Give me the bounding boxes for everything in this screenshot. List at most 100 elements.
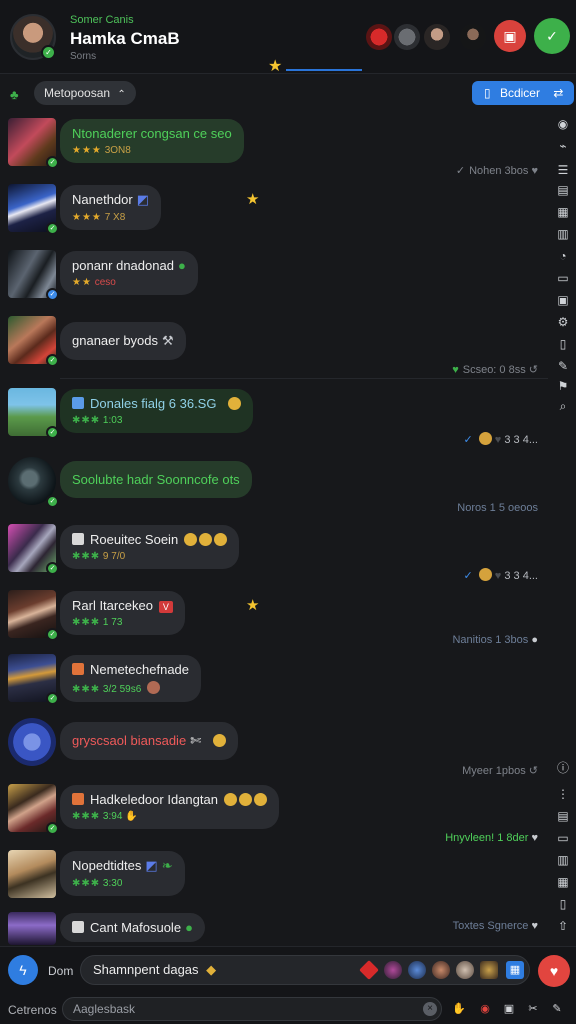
message-item[interactable]: ✓ Roeuitec Soein ✱✱✱ 9 7/0 ✓ ♥ 3 3 4... (0, 524, 548, 586)
message-item[interactable]: ✓ gnanaer byods ⚒ ♥ Scseo: 0 8ss ↺ (0, 316, 548, 382)
chat-title[interactable]: Hamka CmaB (70, 29, 180, 49)
message-item[interactable]: ✓ Soolubte hadr Soonncofe ots Noros 1 5 … (0, 456, 548, 522)
message-thumbnail[interactable]: ✓ (8, 524, 59, 575)
group-avatar[interactable]: ✓ (10, 14, 56, 60)
more-vertical-icon[interactable]: ⋮ (555, 786, 571, 802)
quick-avatar[interactable] (384, 961, 402, 979)
filter-dropdown[interactable]: Metopoosan ⌃ (34, 81, 136, 105)
folder-icon[interactable]: ▭ (555, 830, 571, 846)
message-bubble[interactable]: ponanr dnadonad ● ★★ ceso (60, 251, 198, 295)
record-icon[interactable]: ◉ (478, 1002, 492, 1016)
window-icon[interactable]: ▭ (555, 270, 571, 286)
message-bubble[interactable]: Roeuitec Soein ✱✱✱ 9 7/0 (60, 525, 240, 569)
message-item[interactable]: ✓ Rarl Itarcekeo V ✱✱✱ 1 73 ★ Nanitios 1 … (0, 590, 548, 654)
message-list[interactable]: ✓ Ntonaderer congsan ce seo ★★★ 3ON8 ✓ No… (0, 110, 548, 945)
message-item[interactable]: Cant Mafosuole ● Toxtes Sgnerce ♥ (0, 912, 548, 945)
message-thumbnail[interactable]: ✓ (8, 184, 59, 235)
clear-search-icon[interactable]: × (423, 1002, 437, 1016)
message-thumbnail[interactable]: ✓ (8, 118, 59, 169)
edit-icon[interactable]: ✎ (555, 358, 571, 374)
verified-icon: ✓ (46, 426, 59, 439)
message-thumbnail[interactable] (8, 912, 56, 945)
settings-icon[interactable]: ⚙ (555, 314, 571, 330)
message-item[interactable]: ✓ Donales fialg 6 36.SG ✱✱✱ 1:03 ✓ ♥ 3 3… (0, 386, 548, 456)
link-icon[interactable]: ⌁ (555, 138, 571, 154)
participant-avatar-man[interactable] (424, 24, 450, 50)
list-icon[interactable]: ☰ (555, 162, 571, 178)
message-thumbnail[interactable] (8, 718, 56, 766)
message-thumbnail[interactable]: ✓ (8, 316, 59, 367)
hand-icon[interactable]: ✋ (452, 1002, 466, 1016)
message-bubble[interactable]: Rarl Itarcekeo V ✱✱✱ 1 73 (60, 591, 185, 635)
box-icon[interactable]: ▣ (502, 1002, 516, 1016)
attach-button[interactable]: ϟ (8, 955, 38, 985)
message-item[interactable]: Nopedtidtes ◩ ❧ ✱✱✱ 3:30 (0, 850, 548, 912)
message-item[interactable]: ✓ Hadkeledoor Idangtan ✱✱✱ 3:94 ✋ Hnyvle… (0, 784, 548, 850)
message-value: 1:03 (102, 415, 123, 426)
message-thumbnail[interactable]: ✓ (8, 250, 59, 301)
calendar-button[interactable]: ▣ (494, 20, 526, 52)
message-bubble[interactable]: gryscsaol biansadie ✄ (60, 722, 239, 760)
grid-icon[interactable]: ▦ (555, 204, 571, 220)
reaction-icon[interactable]: ♥ (531, 832, 538, 844)
participant-avatar-red[interactable] (366, 24, 392, 50)
note-icon[interactable]: ▯ (555, 896, 571, 912)
message-item[interactable]: ✓ Nemetechefnade ✱✱✱ 3/2 59s6 (0, 654, 548, 718)
message-bubble[interactable]: Nemetechefnade ✱✱✱ 3/2 59s6 (60, 655, 202, 702)
message-item[interactable]: gryscsaol biansadie ✄ Myeer 1pbos ↺ (0, 718, 548, 784)
quick-avatar[interactable] (456, 961, 474, 979)
send-button[interactable]: ♥ (538, 955, 570, 987)
message-thumbnail[interactable] (8, 850, 56, 898)
message-bubble[interactable]: Cant Mafosuole ● (60, 913, 205, 942)
archive-icon[interactable]: ▥ (555, 852, 571, 868)
search-icon[interactable]: ⌕ (555, 398, 571, 414)
reaction-icon[interactable]: ● (531, 634, 538, 646)
message-thumbnail[interactable]: ✓ (8, 654, 59, 705)
reaction-icon[interactable]: ↺ (529, 765, 538, 777)
document-icon[interactable]: ▤ (555, 808, 571, 824)
bookmark-icon[interactable]: ⚑ (555, 378, 571, 394)
rating-stars: ✱✱✱ (72, 811, 101, 822)
pin-icon[interactable]: ◉ (555, 116, 571, 132)
table-icon[interactable]: ▦ (555, 874, 571, 890)
image-icon[interactable]: ▣ (555, 292, 571, 308)
input-emoji-icon: ◆ (206, 962, 217, 977)
confirm-button[interactable]: ✓ (534, 18, 570, 54)
timer-icon[interactable]: ◔ (555, 248, 571, 264)
info-icon[interactable]: ⓘ (555, 760, 571, 776)
reaction-icon[interactable]: ♥ (531, 920, 538, 932)
upload-icon[interactable]: ⇧ (555, 918, 571, 934)
message-item[interactable]: ✓ ponanr dnadonad ● ★★ ceso (0, 250, 548, 310)
message-meta: Nanitios 1 3bos ● (452, 634, 538, 646)
quick-avatar[interactable] (480, 961, 498, 979)
message-bubble[interactable]: gnanaer byods ⚒ (60, 322, 186, 360)
calendar-icon[interactable]: ▦ (506, 961, 524, 979)
cut-icon[interactable]: ✂ (526, 1002, 540, 1016)
message-bubble[interactable]: Nopedtidtes ◩ ❧ ✱✱✱ 3:30 (60, 851, 185, 896)
message-thumbnail[interactable]: ✓ (8, 590, 59, 641)
reaction-icon[interactable]: ♥ (531, 165, 538, 177)
participant-avatar-dark[interactable] (460, 24, 486, 50)
message-bubble[interactable]: Hadkeledoor Idangtan ✱✱✱ 3:94 ✋ (60, 785, 279, 829)
reaction-icon[interactable]: ↺ (529, 364, 538, 376)
edit-icon[interactable]: ✎ (550, 1002, 564, 1016)
message-bubble[interactable]: Donales fialg 6 36.SG ✱✱✱ 1:03 (60, 389, 254, 433)
quick-avatar[interactable] (432, 961, 450, 979)
message-item[interactable]: ✓ Nanethdor ◩ ★★★ 7 X8 ★ (0, 184, 548, 248)
message-thumbnail[interactable]: ✓ (8, 388, 59, 439)
book-icon[interactable]: ▯ (555, 336, 571, 352)
message-bubble[interactable]: Ntonaderer congsan ce seo ★★★ 3ON8 (60, 119, 244, 163)
message-thumbnail[interactable]: ✓ (8, 457, 59, 508)
message-bubble[interactable]: Nanethdor ◩ ★★★ 7 X8 (60, 185, 162, 230)
participant-avatar-grey[interactable] (394, 24, 420, 50)
clipboard-icon[interactable]: ▤ (555, 182, 571, 198)
primary-action-button[interactable]: ▯ Bcdicer ⇄ (472, 81, 574, 105)
message-bubble[interactable]: Soolubte hadr Soonncofe ots (60, 461, 252, 498)
quick-avatar[interactable] (408, 961, 426, 979)
message-time: Scseo: 0 8ss (462, 364, 526, 376)
calendar-icon[interactable]: ▥ (555, 226, 571, 242)
search-input[interactable]: Aaglesbask (62, 997, 442, 1021)
message-thumbnail[interactable]: ✓ (8, 784, 59, 835)
avatar-mini-icon (147, 681, 161, 694)
message-item[interactable]: ✓ Ntonaderer congsan ce seo ★★★ 3ON8 ✓ No… (0, 116, 548, 188)
